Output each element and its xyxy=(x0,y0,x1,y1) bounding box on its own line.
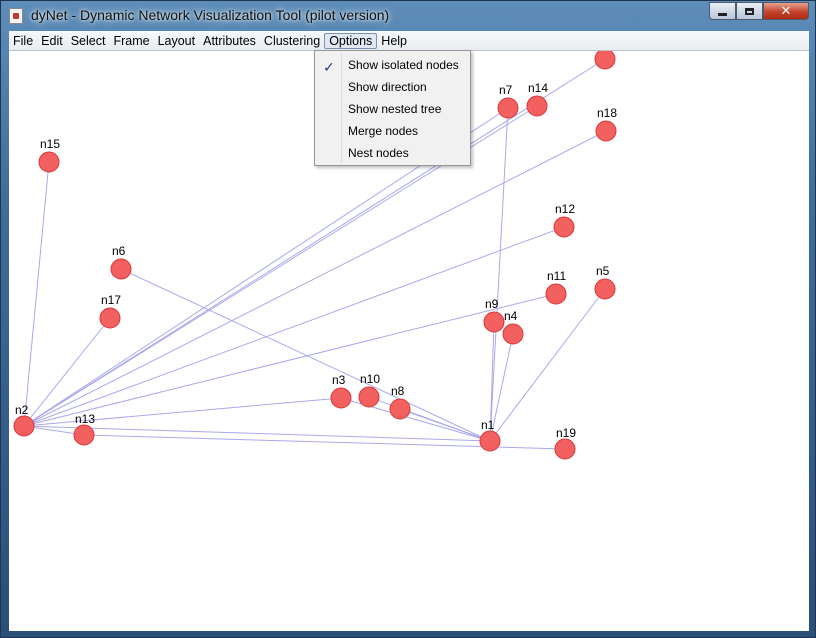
node-label-n19: n19 xyxy=(556,426,576,440)
node-n19[interactable] xyxy=(554,438,576,460)
menu-item-nest-nodes[interactable]: Nest nodes xyxy=(315,142,470,164)
menu-options[interactable]: Options xyxy=(324,32,378,49)
node-label-n8: n8 xyxy=(391,384,405,398)
node-label-n15: n15 xyxy=(40,137,60,151)
menu-item-label: Show nested tree xyxy=(348,102,442,116)
menu-bar: File Edit Select Frame Layout Attributes… xyxy=(9,31,809,51)
node-n12[interactable] xyxy=(553,216,575,238)
node-n10[interactable] xyxy=(358,386,380,408)
options-dropdown: ✓ Show isolated nodes Show direction Sho… xyxy=(314,50,471,166)
menu-item-label: Merge nodes xyxy=(348,124,419,138)
menu-frame[interactable]: Frame xyxy=(109,33,153,49)
checkmark-icon: ✓ xyxy=(323,59,335,75)
menu-edit[interactable]: Edit xyxy=(37,33,67,49)
edge-n2-n18 xyxy=(23,130,607,427)
node-label-n2: n2 xyxy=(15,403,29,417)
edge-n7-n1 xyxy=(489,107,509,442)
menu-item-label: Show direction xyxy=(348,80,427,94)
node-n2[interactable] xyxy=(13,415,35,437)
title-bar[interactable]: dyNet - Dynamic Network Visualization To… xyxy=(1,1,815,31)
node-label-n3: n3 xyxy=(332,373,346,387)
node-label-n14: n14 xyxy=(528,81,548,95)
node-label-n17: n17 xyxy=(101,293,121,307)
node-n17[interactable] xyxy=(99,307,121,329)
edge-n2-n15 xyxy=(23,161,50,427)
close-button[interactable]: ✕ xyxy=(763,2,809,20)
menu-item-show-isolated-nodes[interactable]: ✓ Show isolated nodes xyxy=(315,54,470,76)
node-n5[interactable] xyxy=(594,278,616,300)
menu-item-merge-nodes[interactable]: Merge nodes xyxy=(315,120,470,142)
node-n1[interactable] xyxy=(479,430,501,452)
menu-item-label: Show isolated nodes xyxy=(348,58,459,72)
node-label-n10: n10 xyxy=(360,372,380,386)
node-label-n7: n7 xyxy=(499,83,513,97)
node-n15[interactable] xyxy=(38,151,60,173)
node-label-n18: n18 xyxy=(597,106,617,120)
node-n11[interactable] xyxy=(545,283,567,305)
node-n16[interactable] xyxy=(594,51,616,70)
minimize-button[interactable] xyxy=(709,2,736,20)
menu-layout[interactable]: Layout xyxy=(154,33,200,49)
node-n8[interactable] xyxy=(389,398,411,420)
maximize-button[interactable] xyxy=(736,2,763,20)
menu-item-label: Nest nodes xyxy=(348,146,409,160)
node-n7[interactable] xyxy=(497,97,519,119)
minimize-icon xyxy=(718,12,727,16)
node-label-n9: n9 xyxy=(485,297,499,311)
menu-select[interactable]: Select xyxy=(67,33,110,49)
caption-buttons: ✕ xyxy=(709,2,809,21)
node-n3[interactable] xyxy=(330,387,352,409)
edge-n8-n1 xyxy=(399,408,491,442)
app-window: dyNet - Dynamic Network Visualization To… xyxy=(0,0,816,638)
node-n13[interactable] xyxy=(73,424,95,446)
node-n9[interactable] xyxy=(483,311,505,333)
node-label-n11: n11 xyxy=(547,269,566,283)
menu-item-show-direction[interactable]: Show direction xyxy=(315,76,470,98)
node-label-n1: n1 xyxy=(481,418,495,432)
menu-item-show-nested-tree[interactable]: Show nested tree xyxy=(315,98,470,120)
node-label-n12: n12 xyxy=(555,202,575,216)
close-icon: ✕ xyxy=(780,3,792,18)
node-n14[interactable] xyxy=(526,95,548,117)
node-n4[interactable] xyxy=(502,323,524,345)
java-app-icon[interactable] xyxy=(9,8,23,24)
node-label-n5: n5 xyxy=(596,264,610,278)
node-n18[interactable] xyxy=(595,120,617,142)
window-title: dyNet - Dynamic Network Visualization To… xyxy=(31,7,390,23)
node-label-n6: n6 xyxy=(112,244,126,258)
menu-attributes[interactable]: Attributes xyxy=(199,33,260,49)
node-label-n4: n4 xyxy=(504,309,518,323)
menu-file[interactable]: File xyxy=(9,33,37,49)
node-n6[interactable] xyxy=(110,258,132,280)
maximize-icon xyxy=(745,7,754,15)
edge-n6-n1 xyxy=(120,268,491,442)
node-label-n13: n13 xyxy=(75,412,95,426)
menu-clustering[interactable]: Clustering xyxy=(260,33,324,49)
menu-help[interactable]: Help xyxy=(377,33,411,49)
